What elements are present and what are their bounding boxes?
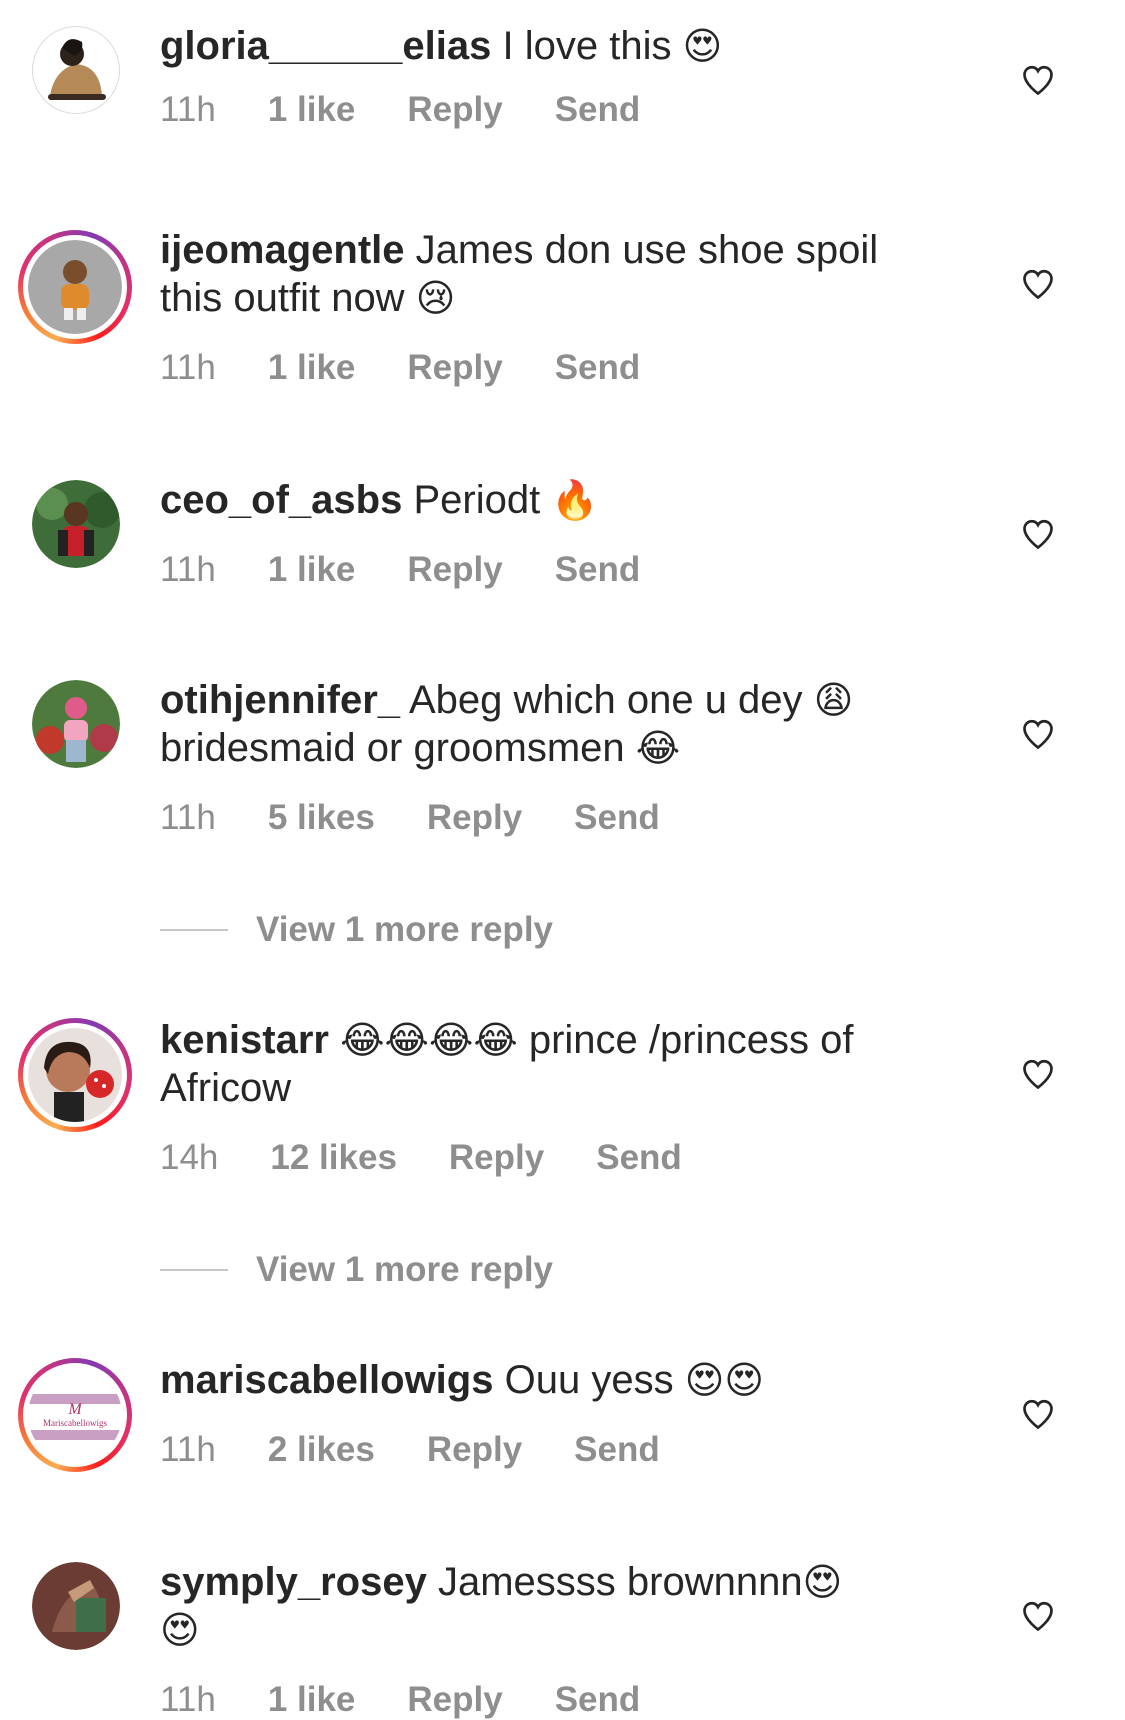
send-button[interactable]: Send [555,348,641,388]
comment-username[interactable]: ijeomagentle [160,228,405,272]
avatar-image [32,480,120,568]
heart-outline-icon[interactable] [1020,266,1056,302]
heart-eyes-emoji-icon: 😍😍 [684,1358,764,1402]
comment-meta: 14h 12 likes Reply Send [160,1138,734,1178]
comment-likes[interactable]: 1 like [268,550,356,590]
avatar-image [32,26,120,114]
comment-meta: 11h 1 like Reply Send [160,90,692,130]
send-button[interactable]: Send [555,550,641,590]
fire-emoji-icon: 🔥 [551,478,599,522]
tears-of-joy-emoji-icon: 😂 [635,726,681,770]
comment-text: kenistarr 😂😂😂😂 prince /princess of Afric… [160,1016,950,1112]
comment-text: symply_rosey Jamessss brownnnn😍 😍 [160,1558,950,1654]
send-button[interactable]: Send [574,798,660,838]
comment-text: ceo_of_asbs Periodt 🔥 [160,476,950,524]
divider [160,929,228,931]
svg-text:M: M [67,1401,83,1418]
avatar-image [28,240,122,334]
avatar[interactable] [32,1562,120,1650]
heart-outline-icon[interactable] [1020,62,1056,98]
comment-likes[interactable]: 12 likes [270,1138,397,1178]
comment-username[interactable]: gloria______elias [160,24,491,68]
comment-meta: 11h 1 like Reply Send [160,550,692,590]
comment-likes[interactable]: 5 likes [268,798,375,838]
comment-body: Periodt [413,478,541,522]
tears-of-joy-emoji-icon: 😂😂😂😂 [340,1018,518,1062]
divider [160,1269,228,1271]
comment-username[interactable]: ceo_of_asbs [160,478,402,522]
avatar[interactable] [18,230,132,344]
comment-time: 11h [160,90,216,129]
view-more-replies-button[interactable]: View 1 more reply [160,910,553,950]
heart-eyes-emoji-icon: 😍 [682,24,723,68]
view-more-replies-button[interactable]: View 1 more reply [160,1250,553,1290]
comment-body: I love this [502,24,672,68]
avatar[interactable] [18,1018,132,1132]
comment-username[interactable]: symply_rosey [160,1560,427,1604]
comment-time: 11h [160,550,216,589]
reply-button[interactable]: Reply [449,1138,544,1178]
heart-eyes-emoji-icon: 😍 [802,1560,843,1604]
comment-meta: 11h 1 like Reply Send [160,1680,692,1720]
send-button[interactable]: Send [596,1138,682,1178]
comment-time: 11h [160,348,216,387]
heart-outline-icon[interactable] [1020,1396,1056,1432]
send-button[interactable]: Send [555,1680,641,1720]
comment-body-line-2: bridesmaid or groomsmen [160,726,625,770]
heart-outline-icon[interactable] [1020,1056,1056,1092]
comment-likes[interactable]: 1 like [268,348,356,388]
crying-face-emoji-icon: 😢 [415,276,456,320]
comment-time: 11h [160,1680,216,1719]
comment-text: ijeomagentle James don use shoe spoil th… [160,226,950,322]
comment-meta: 11h 5 likes Reply Send [160,798,712,838]
comment-body: Jamessss brownnnn [437,1560,803,1604]
comment-time: 14h [160,1138,219,1177]
avatar-image [28,1028,122,1122]
avatar[interactable]: M Mariscabellowigs [18,1358,132,1472]
weary-face-emoji-icon: 😩 [813,678,854,722]
comment-body: Ouu yess [504,1358,674,1402]
view-more-label: View 1 more reply [256,1250,554,1289]
reply-button[interactable]: Reply [407,348,502,388]
comment-text: gloria______elias I love this 😍 [160,22,950,70]
avatar[interactable] [32,26,120,114]
comment-meta: 11h 2 likes Reply Send [160,1430,712,1470]
comment-meta: 11h 1 like Reply Send [160,348,692,388]
comment-body: Abeg which one u dey [408,678,803,722]
view-more-label: View 1 more reply [256,910,554,949]
reply-button[interactable]: Reply [407,1680,502,1720]
svg-text:Mariscabellowigs: Mariscabellowigs [43,1418,107,1428]
comment-likes[interactable]: 1 like [268,1680,356,1720]
send-button[interactable]: Send [574,1430,660,1470]
avatar-image [32,680,120,768]
comment-username[interactable]: otihjennifer_ [160,678,400,722]
avatar-image: M Mariscabellowigs [28,1368,122,1462]
heart-eyes-emoji-icon: 😍 [160,1608,200,1652]
comment-username[interactable]: mariscabellowigs [160,1358,493,1402]
heart-outline-icon[interactable] [1020,516,1056,552]
comment-text: otihjennifer_ Abeg which one u dey 😩 bri… [160,676,950,772]
heart-outline-icon[interactable] [1020,716,1056,752]
comment-text: mariscabellowigs Ouu yess 😍😍 [160,1356,950,1404]
avatar-image [32,1562,120,1650]
comment-likes[interactable]: 2 likes [268,1430,375,1470]
heart-outline-icon[interactable] [1020,1598,1056,1634]
comment-time: 11h [160,798,216,837]
avatar[interactable] [32,480,120,568]
reply-button[interactable]: Reply [407,90,502,130]
reply-button[interactable]: Reply [427,1430,522,1470]
avatar[interactable] [32,680,120,768]
send-button[interactable]: Send [555,90,641,130]
reply-button[interactable]: Reply [427,798,522,838]
comment-likes[interactable]: 1 like [268,90,356,130]
comment-time: 11h [160,1430,216,1469]
comment-username[interactable]: kenistarr [160,1018,329,1062]
reply-button[interactable]: Reply [407,550,502,590]
